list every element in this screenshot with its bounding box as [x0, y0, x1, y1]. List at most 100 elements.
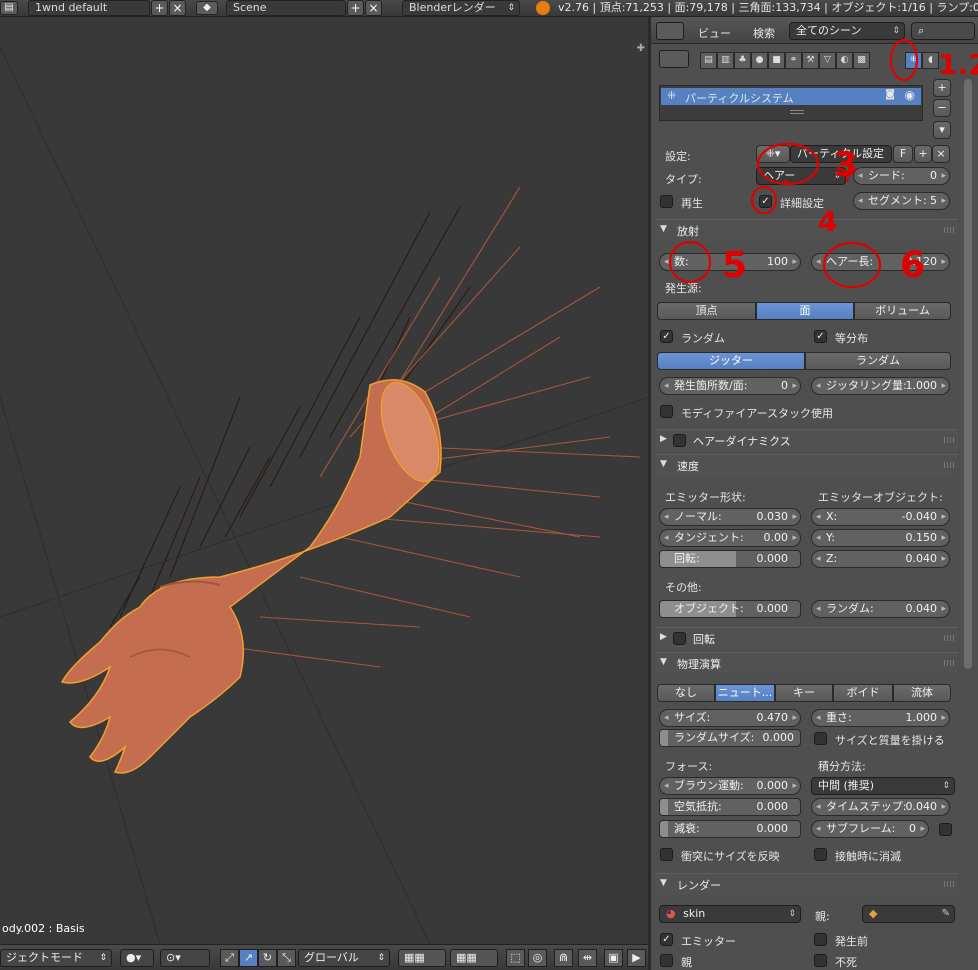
velocity-panel-header[interactable]: ▼ 速度: [655, 454, 958, 476]
decrement-icon[interactable]: ◂: [816, 710, 821, 726]
increment-icon[interactable]: ▸: [792, 254, 797, 270]
emission-panel-header[interactable]: ▼ 放射: [655, 219, 958, 241]
drag-grip-icon[interactable]: [944, 437, 954, 443]
decrement-icon[interactable]: ◂: [664, 530, 669, 546]
drag-grip-icon[interactable]: [944, 635, 954, 641]
lock-camera-icon[interactable]: ⬚: [506, 949, 525, 967]
tangent-rotation-slider[interactable]: 回転: 0.000: [659, 550, 801, 568]
transform-orientation-select[interactable]: グローバル ⇕: [298, 949, 390, 967]
pivot-point-select[interactable]: ⊙▾: [160, 949, 210, 967]
particles-per-face-field[interactable]: ◂ 発生箇所数/面: 0 ▸: [659, 377, 801, 395]
render-unborn-checkbox[interactable]: [814, 933, 827, 946]
pin-selector[interactable]: [659, 50, 689, 68]
seed-field[interactable]: ◂ シード: 0 ▸: [853, 167, 950, 185]
mass-field[interactable]: ◂ 重さ: 1.000 ▸: [811, 709, 950, 727]
snap-icon[interactable]: ⋒: [554, 949, 573, 967]
decrement-icon[interactable]: ◂: [816, 530, 821, 546]
increment-icon[interactable]: ▸: [941, 601, 946, 617]
emit-from-verts-button[interactable]: 頂点: [657, 302, 756, 320]
eye-icon[interactable]: ◉: [905, 88, 915, 102]
render-tab-icon[interactable]: ▤: [700, 52, 717, 69]
increment-icon[interactable]: ▸: [941, 710, 946, 726]
eyedropper-icon[interactable]: ✎: [942, 906, 950, 922]
remove-layout-button[interactable]: ×: [169, 0, 186, 16]
drag-grip-icon[interactable]: [944, 660, 954, 666]
drag-grip-icon[interactable]: [944, 462, 954, 468]
size-deflect-checkbox[interactable]: [660, 848, 673, 861]
play-checkbox[interactable]: [660, 195, 673, 208]
unlink-settings-button[interactable]: ×: [932, 145, 950, 163]
emit-from-faces-button[interactable]: 面: [756, 302, 854, 320]
decrement-icon[interactable]: ◂: [664, 254, 669, 270]
screen-layout-icon[interactable]: ▤: [0, 1, 18, 15]
object-x-velocity-field[interactable]: ◂ X: -0.040 ▸: [811, 508, 950, 526]
constraints-tab-icon[interactable]: ⚭: [785, 52, 802, 69]
list-menu-icon[interactable]: ▾: [933, 121, 951, 139]
scene-name-field[interactable]: Scene: [226, 0, 346, 16]
opengl-anim-icon[interactable]: ▶: [627, 949, 646, 967]
physics-boids-button[interactable]: ボイド: [833, 684, 893, 702]
layer-buttons-b[interactable]: ▦▦: [450, 949, 498, 967]
increment-icon[interactable]: ▸: [941, 254, 946, 270]
scene-filter-select[interactable]: 全てのシーン ⇕: [789, 22, 905, 40]
increment-icon[interactable]: ▸: [792, 530, 797, 546]
viewport-shading-select[interactable]: ●▾: [120, 949, 154, 967]
remove-scene-button[interactable]: ×: [365, 0, 382, 16]
drag-grip-icon[interactable]: [944, 227, 954, 233]
texture-tab-icon[interactable]: ▩: [853, 52, 870, 69]
normal-velocity-field[interactable]: ◂ ノーマル: 0.030 ▸: [659, 508, 801, 526]
random-order-checkbox[interactable]: [660, 330, 673, 343]
browse-settings-icon[interactable]: ⁜▾: [756, 145, 790, 163]
material-select[interactable]: ◕ skin ⇕: [659, 905, 801, 923]
decrement-icon[interactable]: ◂: [816, 799, 821, 815]
hair-dynamics-panel-header[interactable]: ▶ ヘアーダイナミクス: [655, 429, 958, 451]
render-died-checkbox[interactable]: [814, 954, 827, 967]
decrement-icon[interactable]: ◂: [816, 254, 821, 270]
parent-object-field[interactable]: ◆ ✎: [862, 905, 955, 923]
mode-select[interactable]: ジェクトモード ⇕: [0, 949, 112, 967]
list-resize-handle[interactable]: [790, 110, 804, 114]
add-layout-button[interactable]: +: [151, 0, 168, 16]
physics-tab-icon[interactable]: ◖: [922, 52, 939, 69]
camera-icon[interactable]: ◙: [885, 89, 895, 100]
view-menu[interactable]: ビュー: [698, 25, 731, 41]
physics-none-button[interactable]: なし: [657, 684, 715, 702]
damp-slider[interactable]: 減衰: 0.000: [659, 820, 801, 838]
particle-system-list[interactable]: ⁜ パーティクルシステム ◙ ◉: [659, 85, 923, 121]
increment-icon[interactable]: ▸: [941, 799, 946, 815]
physics-newtonian-button[interactable]: ニュート...: [715, 684, 775, 702]
object-z-velocity-field[interactable]: ◂ Z: 0.040 ▸: [811, 550, 950, 568]
random-size-slider[interactable]: ランダムサイズ: 0.000: [659, 729, 801, 747]
multiply-mass-checkbox[interactable]: [814, 732, 827, 745]
increment-icon[interactable]: ▸: [941, 193, 946, 209]
scene-icon[interactable]: ◆: [196, 1, 218, 15]
world-tab-icon[interactable]: ●: [751, 52, 768, 69]
object-data-tab-icon[interactable]: ▽: [819, 52, 836, 69]
random-distribution-button[interactable]: ランダム: [805, 352, 951, 370]
decrement-icon[interactable]: ◂: [664, 378, 669, 394]
decrement-icon[interactable]: ◂: [816, 551, 821, 567]
decrement-icon[interactable]: ◂: [664, 509, 669, 525]
layers-tab-icon[interactable]: ▥: [717, 52, 734, 69]
decrement-icon[interactable]: ◂: [858, 193, 863, 209]
increment-icon[interactable]: ▸: [941, 168, 946, 184]
translate-manipulator-icon[interactable]: ↗: [239, 949, 258, 967]
opengl-render-icon[interactable]: ▣: [604, 949, 623, 967]
increment-icon[interactable]: ▸: [941, 378, 946, 394]
object-velocity-slider[interactable]: オブジェクト: 0.000: [659, 600, 801, 618]
rotate-manipulator-icon[interactable]: ↻: [258, 949, 277, 967]
render-parents-checkbox[interactable]: [660, 954, 673, 967]
hair-length-field[interactable]: ◂ ヘアー長: 0.120 ▸: [811, 253, 950, 271]
segments-field[interactable]: ◂ セグメント: 5 ▸: [853, 192, 950, 210]
subframes-field[interactable]: ◂ サブフレーム: 0 ▸: [811, 820, 929, 838]
fake-user-button[interactable]: F: [893, 145, 913, 163]
add-scene-button[interactable]: +: [347, 0, 364, 16]
material-tab-icon[interactable]: ◐: [836, 52, 853, 69]
jitter-amount-field[interactable]: ◂ ジッタリング量: 1.000 ▸: [811, 377, 950, 395]
decrement-icon[interactable]: ◂: [816, 601, 821, 617]
increment-icon[interactable]: ▸: [792, 778, 797, 794]
drag-slider[interactable]: 空気抵抗: 0.000: [659, 798, 801, 816]
emit-from-volume-button[interactable]: ボリューム: [854, 302, 951, 320]
viewport-canvas[interactable]: [0, 17, 648, 944]
layout-name-field[interactable]: 1wnd default: [28, 0, 150, 16]
